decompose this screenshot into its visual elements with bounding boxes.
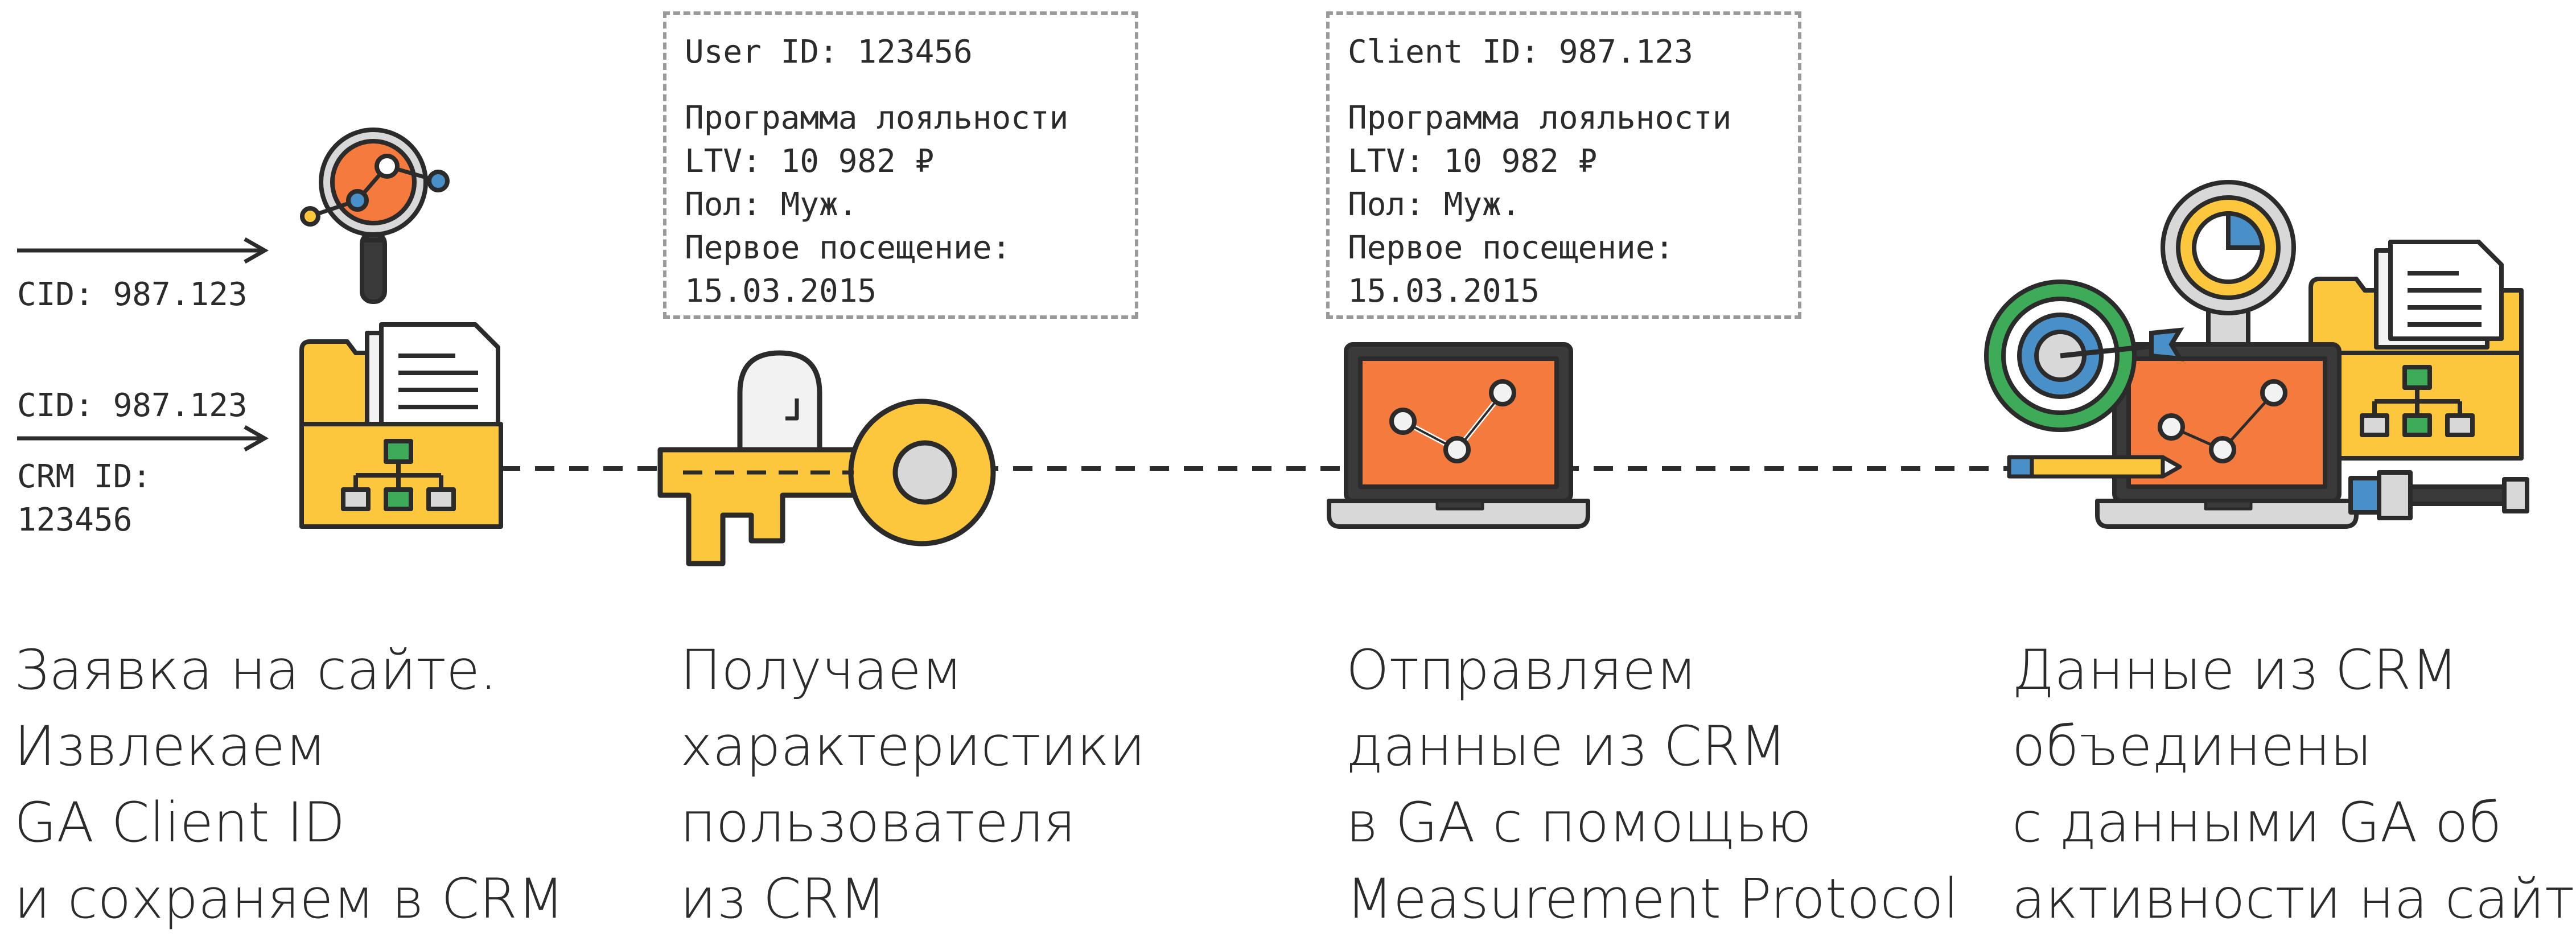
folder-document-icon [2308, 240, 2524, 461]
cid-label-bottom: CID: 987.123 [17, 387, 248, 424]
laptop-chart-icon [1327, 342, 1590, 529]
client-attr-line: Первое посещение: [1348, 229, 1674, 266]
caption-line: Данные из CRM [2012, 638, 2459, 702]
folder-document-icon [299, 322, 503, 529]
laptop-chart-icon [2095, 342, 2359, 529]
user-attr-line: Программа лояльности [685, 100, 1069, 137]
caption-line: в GA с помощью [1346, 791, 1812, 854]
user-attr-line: LTV: 10 982 ₽ [685, 143, 935, 180]
caption-line: Извлекаем [14, 714, 327, 778]
client-id-line: Client ID: 987.123 [1348, 34, 1693, 71]
user-data-box: User ID: 123456 Программа лояльности LTV… [663, 11, 1138, 319]
caption-line: Measurement Protocol [1346, 867, 1959, 931]
caption-line: и сохраняем в CRM [14, 867, 565, 931]
caption-line: Получаем [680, 638, 963, 702]
caption-step-3: Отправляем данные из CRM в GA с помощью … [1346, 632, 1958, 937]
caption-step-4: Данные из CRM объединены с данными GA об… [2012, 632, 2576, 937]
magnifier-chart-icon [300, 128, 450, 304]
user-attr-line: 15.03.2015 [685, 273, 877, 310]
arrow-right-icon [17, 425, 269, 452]
user-id-line: User ID: 123456 [685, 34, 973, 71]
caption-line: объединены [2012, 714, 2372, 778]
caption-line: Отправляем [1346, 638, 1697, 702]
caption-line: данные из CRM [1346, 714, 1787, 778]
caption-line: Заявка на сайте. [14, 638, 497, 702]
caption-line: характеристики [680, 714, 1146, 778]
crm-id-value: 123456 [17, 502, 133, 539]
client-attr-line: Программа лояльности [1348, 100, 1732, 137]
caption-line: активности на сайте [2012, 867, 2576, 931]
caption-line: с данными GA об [2012, 791, 2502, 854]
caption-line: из CRM [680, 867, 887, 931]
cid-label-top: CID: 987.123 [17, 276, 248, 313]
client-attr-line: Пол: Муж. [1348, 186, 1521, 223]
client-attr-line: LTV: 10 982 ₽ [1348, 143, 1598, 180]
screwdriver-icon [2348, 470, 2529, 520]
gauge-icon [2161, 180, 2296, 352]
client-data-box: Client ID: 987.123 Программа лояльности … [1326, 11, 1801, 319]
user-attr-line: Первое посещение: [685, 229, 1011, 266]
caption-step-2: Получаем характеристики пользователя из … [680, 632, 1145, 937]
crm-id-label: CRM ID: [17, 458, 152, 495]
key-icon [657, 350, 996, 566]
caption-line: пользователя [680, 791, 1076, 854]
arrow-right-icon [17, 237, 269, 264]
caption-step-1: Заявка на сайте. Извлекаем GA Client ID … [14, 632, 565, 937]
caption-line: GA Client ID [14, 791, 345, 854]
client-attr-line: 15.03.2015 [1348, 273, 1540, 310]
pencil-icon [2007, 455, 2182, 479]
user-attr-line: Пол: Муж. [685, 186, 858, 223]
